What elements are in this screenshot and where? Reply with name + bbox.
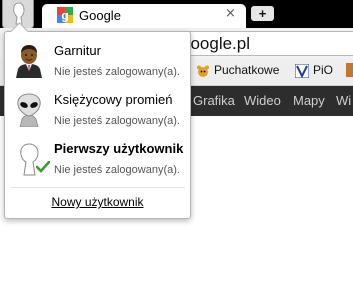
profile-name: Pierwszy użytkownik	[54, 141, 184, 156]
bookmark-puchatkowe[interactable]: Puchatkowe	[196, 63, 279, 78]
profile-status: Nie jesteś zalogowany(a).	[54, 115, 180, 127]
nav-link-more[interactable]: Wi	[336, 93, 351, 108]
tab-google[interactable]: g Google ×	[42, 4, 246, 28]
nav-link-wideo[interactable]: Wideo	[244, 93, 281, 108]
profile-name: Garnitur	[54, 43, 101, 58]
new-user-link[interactable]: Nowy użytkownik	[5, 195, 190, 209]
profile-item-pierwszy-uzytkownik[interactable]: Pierwszy użytkownik Nie jesteś zalogowan…	[5, 141, 190, 187]
pio-icon	[295, 63, 309, 78]
bookmark-label: Puchatkowe	[214, 63, 280, 77]
bookmark-overflow[interactable]	[346, 63, 353, 80]
profile-status: Nie jesteś zalogowany(a).	[54, 164, 180, 176]
nav-link-grafika[interactable]: Grafika	[193, 93, 235, 108]
profile-status: Nie jesteś zalogowany(a).	[54, 66, 180, 78]
active-checkmark-icon	[36, 161, 50, 173]
alien-avatar-icon	[17, 93, 41, 127]
profile-menu: Garnitur Nie jesteś zalogowany(a). Księż…	[4, 22, 191, 219]
profile-name: Księżycowy promień	[54, 92, 173, 107]
profile-item-garnitur[interactable]: Garnitur Nie jesteś zalogowany(a).	[5, 43, 190, 89]
new-tab-button[interactable]: +	[251, 6, 274, 21]
tab-close-icon[interactable]: ×	[225, 6, 236, 21]
bookmark-pio[interactable]: PiO	[295, 63, 333, 78]
tab-strip: g Google × +	[0, 0, 353, 29]
nav-link-mapy[interactable]: Mapy	[293, 93, 325, 108]
svg-text:g: g	[61, 9, 68, 23]
suit-man-avatar-icon	[16, 45, 42, 78]
menu-divider	[11, 187, 185, 188]
bookmark-icon	[346, 63, 353, 77]
bear-icon	[197, 65, 209, 77]
tab-title: Google	[79, 8, 121, 23]
profile-item-ksiezycowy-promien[interactable]: Księżycowy promień Nie jesteś zalogowany…	[5, 92, 190, 138]
omnibox-url: google.pl	[181, 34, 251, 53]
google-favicon-icon: g	[57, 7, 73, 23]
bookmark-label: PiO	[313, 63, 334, 77]
